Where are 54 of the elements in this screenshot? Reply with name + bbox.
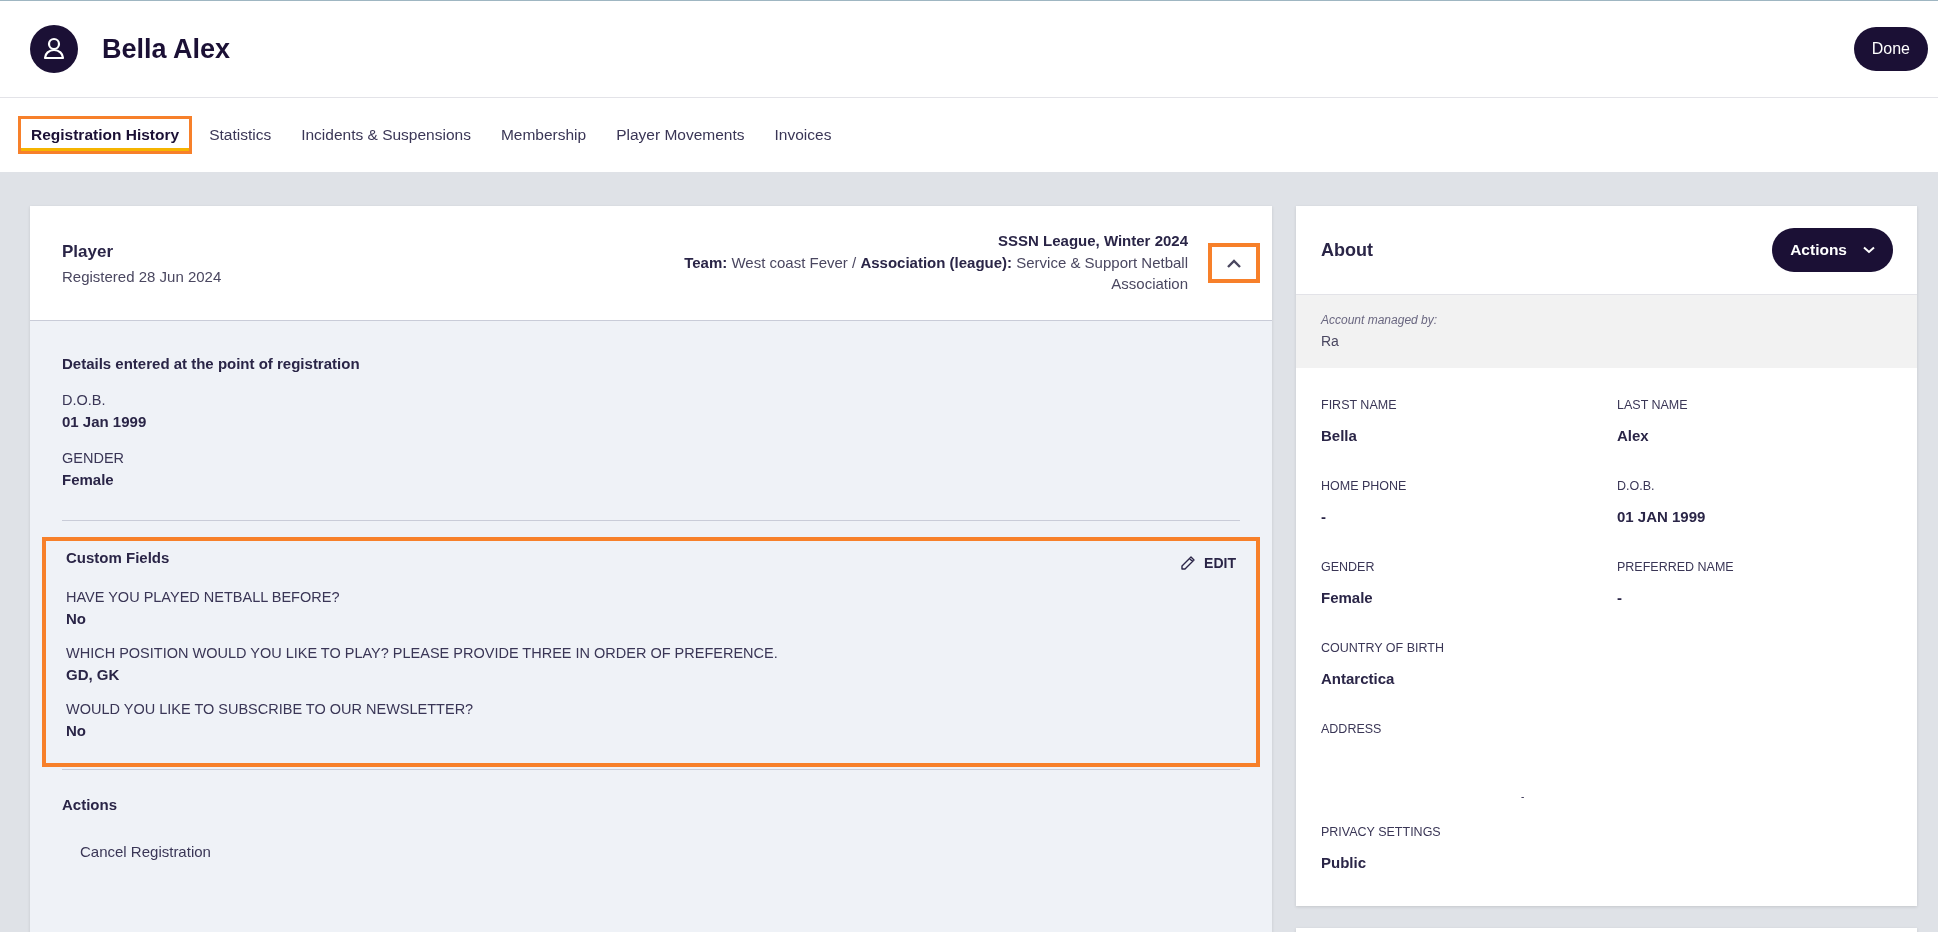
field-label: COUNTRY OF BIRTH — [1321, 641, 1445, 655]
chevron-down-icon — [1863, 246, 1875, 254]
field-value: - — [1321, 508, 1327, 525]
registration-role: Player — [62, 241, 115, 262]
field-label: HAVE YOU PLAYED NETBALL BEFORE? — [66, 589, 341, 605]
field-value: No — [66, 610, 87, 627]
registered-date: Registered 28 Jun 2024 — [62, 267, 222, 285]
field-value: 01 JAN 1999 — [1617, 508, 1707, 525]
field-label: LAST NAME — [1617, 398, 1689, 412]
tab[interactable]: Player Movements — [603, 116, 758, 154]
user-avatar-icon — [30, 25, 78, 73]
field-value: Antarctica — [1321, 670, 1396, 687]
field-value: GD, GK — [66, 666, 121, 683]
field-label: GENDER — [1321, 560, 1376, 574]
field-label: WOULD YOU LIKE TO SUBSCRIBE TO OUR NEWSLETTER? — [66, 701, 475, 717]
cancel-registration-link[interactable]: Cancel Registration — [80, 843, 1240, 860]
competition-name: SSSN League, Winter 2024 — [998, 232, 1188, 249]
field-value: Female — [62, 471, 115, 488]
done-button[interactable]: Done — [1853, 27, 1928, 71]
tab[interactable]: Statistics — [196, 116, 285, 154]
field-value: Female — [1321, 589, 1374, 606]
field-value: No — [66, 722, 87, 739]
tab[interactable]: Incidents & Suspensions — [288, 116, 484, 154]
managed-by-label: Account managed by: — [1321, 313, 1439, 327]
tab[interactable]: Membership — [487, 116, 600, 154]
field-value: 01 Jan 1999 — [62, 413, 148, 430]
details-heading: Details entered at the point of registration — [62, 355, 361, 372]
tab[interactable]: Invoices — [761, 116, 845, 154]
chevron-icon — [1227, 258, 1241, 268]
custom-fields-heading: Custom Fields — [66, 549, 170, 566]
field-label: PREFERRED NAME — [1617, 560, 1735, 574]
edit-button[interactable]: EDIT — [1180, 555, 1236, 571]
actions-heading: Actions — [62, 796, 118, 813]
actions-dropdown-button[interactable]: Actions — [1772, 228, 1893, 272]
field-label: GENDER — [62, 450, 126, 466]
field-label: FIRST NAME — [1321, 398, 1398, 412]
tab[interactable]: Registration History — [18, 116, 193, 154]
field-label: WHICH POSITION WOULD YOU LIKE TO PLAY? PLEASE PROVIDE THREE IN ORDER OF PREFERENCE. — [66, 645, 779, 661]
player-name: Bella Alex — [102, 33, 231, 65]
field-label: D.O.B. — [1617, 479, 1656, 493]
field-value: - — [1617, 589, 1623, 606]
field-value: Alex — [1617, 427, 1650, 444]
field-value: - — [1521, 791, 1526, 802]
field-label: D.O.B. — [62, 392, 107, 408]
pencil-icon — [1180, 555, 1197, 571]
team-association-text: Team: West coast Fever / Association (league): Service & Support Netball Association — [683, 253, 1188, 294]
managed-by-value: Ra — [1321, 333, 1340, 349]
field-value: Public — [1321, 854, 1367, 871]
collapse-button[interactable] — [1208, 243, 1260, 283]
field-label: ADDRESS — [1321, 722, 1383, 736]
field-value: Bella — [1321, 427, 1358, 444]
about-heading: About — [1321, 239, 1373, 261]
field-label: PRIVACY SETTINGS — [1321, 825, 1442, 839]
field-label: HOME PHONE — [1321, 479, 1408, 493]
